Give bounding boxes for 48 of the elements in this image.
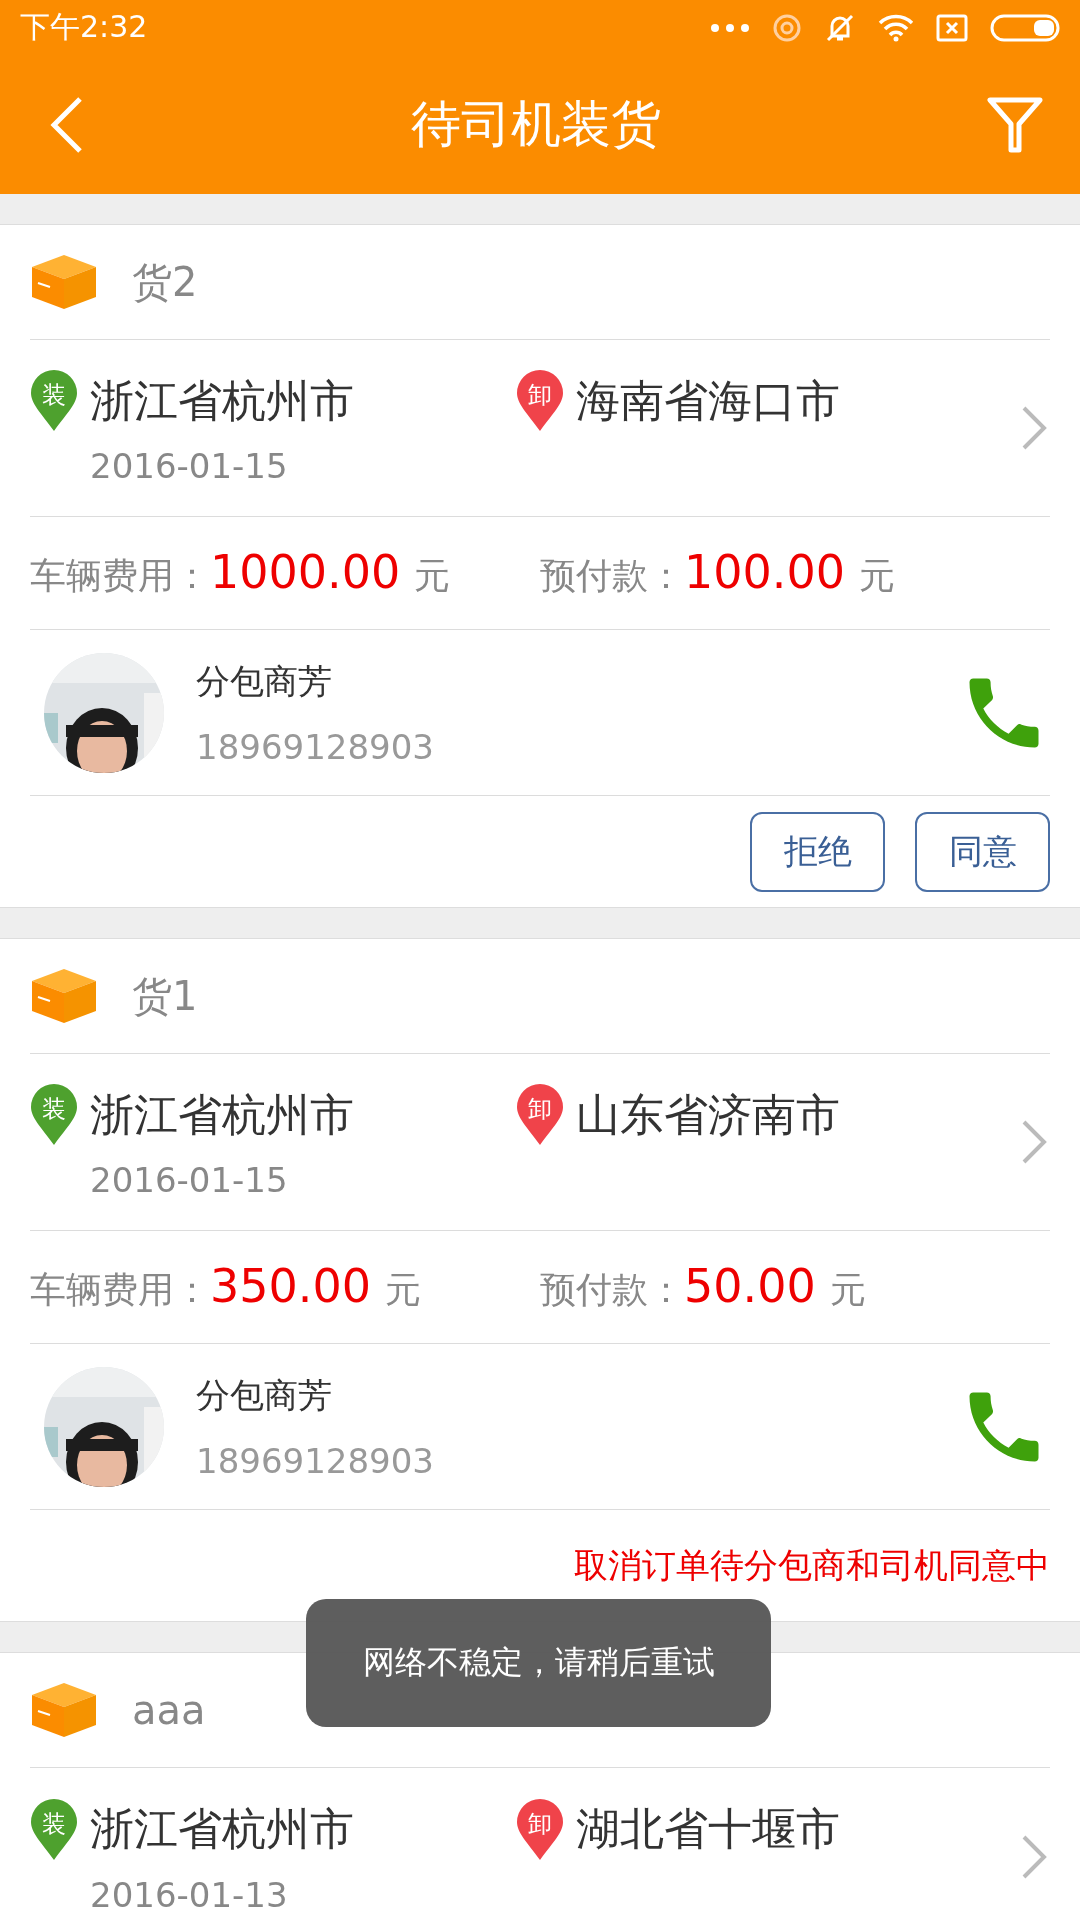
date: 2016-01-15 xyxy=(90,446,289,486)
page-title: 待司机装货 xyxy=(411,94,661,155)
box-icon xyxy=(30,253,98,311)
more-dots-icon xyxy=(710,22,750,33)
phone-number: 18969128903 xyxy=(196,1440,435,1481)
battery-icon xyxy=(990,13,1060,42)
box-icon xyxy=(30,967,98,1025)
pin-badge: 卸 xyxy=(516,370,564,432)
pin-badge: 装 xyxy=(30,1084,78,1146)
fee-value: 350.00 xyxy=(210,1259,371,1313)
destination-city: 山东省济南市 xyxy=(576,1087,840,1142)
fee-label: 车辆费用： xyxy=(30,554,210,598)
cargo-name: aaa xyxy=(132,1687,206,1733)
prepay-label: 预付款： xyxy=(540,554,684,598)
pin-badge: 卸 xyxy=(516,1084,564,1146)
date: 2016-01-13 xyxy=(90,1874,289,1915)
cargo-name: 货1 xyxy=(132,971,198,1021)
pin-badge: 装 xyxy=(30,370,78,432)
no-sim-icon xyxy=(936,13,968,42)
prepay-value: 100.00 xyxy=(684,545,845,599)
currency-unit: 元 xyxy=(384,1268,421,1312)
date: 2016-01-15 xyxy=(90,1160,289,1200)
origin-city: 浙江省杭州市 xyxy=(90,1087,354,1142)
cargo-name: 货2 xyxy=(132,257,198,307)
destination-city: 海南省海口市 xyxy=(576,373,840,428)
currency-unit: 元 xyxy=(858,554,895,598)
status-time: 下午2:32 xyxy=(20,8,148,46)
currency-unit: 元 xyxy=(414,554,451,598)
fee-value: 1000.00 xyxy=(210,545,401,599)
hotspot-icon xyxy=(772,12,802,43)
origin-city: 浙江省杭州市 xyxy=(90,1802,354,1856)
prepay-label: 预付款： xyxy=(540,1268,684,1312)
action-button[interactable]: 同意 xyxy=(915,811,1050,892)
status-text: 取消订单待分包商和司机同意中 xyxy=(574,1543,1050,1587)
phone-number: 18969128903 xyxy=(196,726,435,767)
prepay-value: 50.00 xyxy=(684,1259,816,1313)
box-icon xyxy=(30,1681,98,1739)
destination-city: 湖北省十堰市 xyxy=(576,1802,840,1856)
action-button[interactable]: 拒绝 xyxy=(750,811,885,892)
wifi-icon xyxy=(878,13,914,42)
origin-city: 浙江省杭州市 xyxy=(90,373,354,428)
pin-badge: 装 xyxy=(30,1798,78,1861)
contact-name: 分包商芳 xyxy=(196,659,333,703)
toast-message: 网络不稳定，请稍后重试 xyxy=(306,1599,771,1727)
contact-name: 分包商芳 xyxy=(196,1373,333,1417)
pin-badge: 卸 xyxy=(516,1798,564,1861)
currency-unit: 元 xyxy=(829,1268,866,1312)
fee-label: 车辆费用： xyxy=(30,1268,210,1312)
